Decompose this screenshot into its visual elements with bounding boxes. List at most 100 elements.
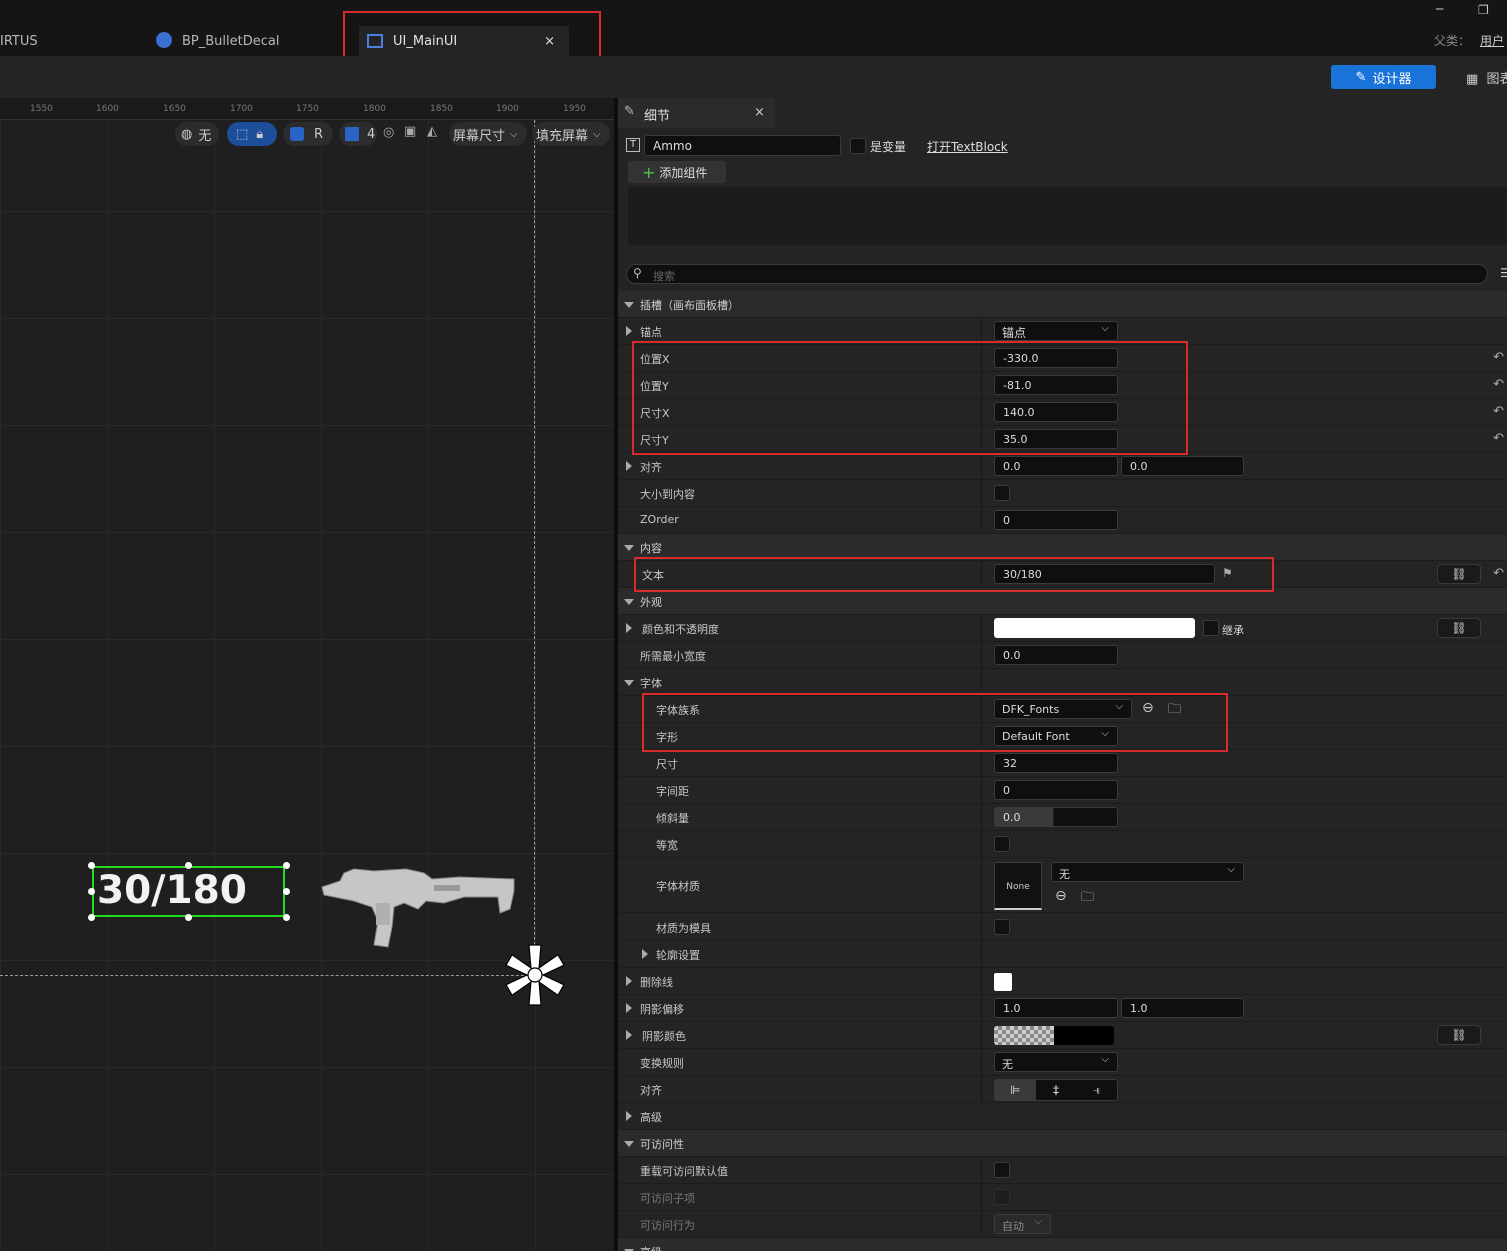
skew-slider[interactable]: 0.0 bbox=[994, 807, 1118, 827]
typeface-dropdown[interactable]: Default Font ⌵ bbox=[994, 726, 1118, 746]
expand-arrow-icon[interactable] bbox=[626, 1003, 632, 1013]
parent-class-value[interactable]: 用户 bbox=[1480, 32, 1504, 49]
add-component-button[interactable]: + 添加组件 bbox=[628, 161, 726, 183]
tab-irtus[interactable]: IRTUS bbox=[0, 26, 140, 56]
category-content[interactable]: 内容 bbox=[618, 534, 1507, 561]
details-tab[interactable]: ✎ 细节 × bbox=[618, 98, 775, 128]
expand-arrow-icon[interactable] bbox=[626, 1111, 632, 1121]
expand-arrow-icon[interactable] bbox=[626, 976, 632, 986]
override-accessible-checkbox[interactable] bbox=[994, 1162, 1010, 1178]
anchor-icon[interactable] bbox=[503, 942, 567, 1008]
shadow-color-swatch[interactable] bbox=[994, 1026, 1114, 1045]
alignment-y-input[interactable]: 0.0 bbox=[1121, 456, 1244, 476]
font-material-dropdown[interactable]: 无 ⌵ bbox=[1051, 862, 1244, 882]
color-swatch[interactable] bbox=[994, 618, 1195, 638]
align-right-icon[interactable]: ⫣ bbox=[1076, 1080, 1117, 1100]
reset-icon[interactable]: ↶ bbox=[1493, 377, 1504, 392]
shadow-offset-y-input[interactable]: 1.0 bbox=[1121, 998, 1244, 1018]
resize-handle[interactable] bbox=[185, 914, 192, 921]
position-y-input[interactable]: -81.0 bbox=[994, 375, 1118, 395]
widget-name-input[interactable]: Ammo bbox=[644, 135, 841, 156]
details-tab-close-button[interactable]: × bbox=[754, 105, 765, 120]
property-label: 轮廓设置 bbox=[656, 949, 700, 962]
binding-link-button[interactable]: ⛓ bbox=[1437, 564, 1481, 584]
component-tree[interactable] bbox=[628, 187, 1507, 245]
designer-viewport[interactable]: 1550 1600 1650 1700 1750 1800 1850 1900 … bbox=[0, 98, 614, 1251]
lock-toggle[interactable]: ⬚ 🔒︎ bbox=[227, 122, 277, 146]
world-toggle[interactable]: ◍ 无 bbox=[175, 122, 219, 146]
use-asset-icon[interactable]: ⊖ bbox=[1142, 700, 1154, 716]
anchor-dropdown[interactable]: 锚点 ⌵ bbox=[994, 321, 1118, 341]
position-x-input[interactable]: -330.0 bbox=[994, 348, 1118, 368]
designer-button[interactable]: ✎ 设计器 bbox=[1331, 65, 1436, 89]
font-size-input[interactable]: 32 bbox=[994, 753, 1118, 773]
resize-handle[interactable] bbox=[283, 862, 290, 869]
text-input[interactable]: 30/180 bbox=[994, 564, 1215, 584]
size-y-input[interactable]: 35.0 bbox=[994, 429, 1118, 449]
category-advanced[interactable]: 高级 bbox=[618, 1238, 1507, 1251]
resize-handle[interactable] bbox=[283, 888, 290, 895]
tab-bp-bulletdecal[interactable]: BP_BulletDecal bbox=[150, 26, 340, 56]
design-canvas[interactable]: 30/180 bbox=[0, 120, 614, 1251]
browse-folder-icon[interactable]: 🗀 bbox=[1168, 700, 1181, 722]
expand-arrow-icon[interactable] bbox=[626, 326, 632, 336]
binding-link-button[interactable]: ⛓ bbox=[1437, 618, 1481, 638]
expand-arrow-icon[interactable] bbox=[626, 461, 632, 471]
reset-icon[interactable]: ↶ bbox=[1493, 404, 1504, 419]
size-x-input[interactable]: 140.0 bbox=[994, 402, 1118, 422]
zorder-input[interactable]: 0 bbox=[994, 510, 1118, 530]
expand-arrow-icon[interactable] bbox=[626, 623, 632, 633]
tab-label: IRTUS bbox=[0, 33, 38, 49]
material-thumbnail[interactable]: None bbox=[994, 862, 1042, 910]
fill-screen-dropdown[interactable]: 填充屏幕 ⌵ bbox=[532, 122, 610, 146]
weapon-image[interactable] bbox=[314, 861, 518, 953]
resize-handle[interactable] bbox=[185, 862, 192, 869]
expand-arrow-icon[interactable] bbox=[626, 1030, 632, 1040]
category-slot[interactable]: 插槽（画布面板槽） bbox=[618, 291, 1507, 318]
resize-handle[interactable] bbox=[88, 914, 95, 921]
min-width-input[interactable]: 0.0 bbox=[994, 645, 1118, 665]
grid-snap-toggle[interactable]: 4 bbox=[339, 122, 377, 146]
browse-folder-icon[interactable]: 🗀 bbox=[1081, 888, 1094, 910]
letter-spacing-input[interactable]: 0 bbox=[994, 780, 1118, 800]
tab-close-button[interactable]: × bbox=[544, 34, 555, 49]
graph-button[interactable]: ▦ 图表 bbox=[1466, 68, 1507, 87]
strikethrough-color-swatch[interactable] bbox=[994, 973, 1012, 991]
collapse-arrow-icon[interactable] bbox=[624, 680, 634, 686]
restore-button[interactable]: ❐ bbox=[1478, 3, 1489, 17]
alignment-x-input[interactable]: 0.0 bbox=[994, 456, 1118, 476]
expand-arrow-icon[interactable] bbox=[642, 949, 648, 959]
mirror-icon[interactable]: ◭ bbox=[427, 124, 437, 139]
font-family-dropdown[interactable]: DFK_Fonts ⌵ bbox=[994, 699, 1132, 719]
reset-icon[interactable]: ↶ bbox=[1493, 431, 1504, 446]
tab-ui-mainui[interactable]: UI_MainUI × bbox=[359, 26, 569, 56]
monospace-checkbox[interactable] bbox=[994, 836, 1010, 852]
respect-locks-toggle[interactable]: R bbox=[283, 122, 333, 146]
target-icon[interactable]: ◎ bbox=[383, 125, 394, 140]
search-box[interactable]: ⚲ 搜索 bbox=[626, 264, 1488, 284]
align-left-icon[interactable]: ⊫ bbox=[995, 1080, 1036, 1100]
ammo-text-widget[interactable]: 30/180 bbox=[88, 862, 290, 921]
flag-icon[interactable]: ⚑ bbox=[1222, 566, 1233, 580]
image-icon[interactable]: ▣ bbox=[404, 124, 416, 139]
align-center-icon[interactable]: ‡ bbox=[1036, 1080, 1077, 1100]
size-to-content-checkbox[interactable] bbox=[994, 485, 1010, 501]
resize-handle[interactable] bbox=[88, 888, 95, 895]
reset-icon[interactable]: ↶ bbox=[1493, 566, 1504, 581]
use-asset-icon[interactable]: ⊖ bbox=[1055, 888, 1067, 904]
open-textblock-link[interactable]: 打开TextBlock bbox=[927, 138, 1008, 155]
transform-policy-dropdown[interactable]: 无 ⌵ bbox=[994, 1052, 1118, 1072]
binding-link-button[interactable]: ⛓ bbox=[1437, 1025, 1481, 1045]
screen-size-dropdown[interactable]: 屏幕尺寸 ⌵ bbox=[449, 122, 527, 146]
minimize-button[interactable]: ─ bbox=[1436, 2, 1443, 16]
reset-icon[interactable]: ↶ bbox=[1493, 350, 1504, 365]
category-appearance[interactable]: 外观 bbox=[618, 588, 1507, 615]
list-view-icon[interactable]: ☰ bbox=[1500, 266, 1507, 280]
is-variable-checkbox[interactable] bbox=[850, 138, 866, 154]
category-accessibility[interactable]: 可访问性 bbox=[618, 1130, 1507, 1157]
inherit-checkbox[interactable] bbox=[1203, 620, 1219, 636]
shadow-offset-x-input[interactable]: 1.0 bbox=[994, 998, 1118, 1018]
resize-handle[interactable] bbox=[283, 914, 290, 921]
material-as-mask-checkbox[interactable] bbox=[994, 919, 1010, 935]
resize-handle[interactable] bbox=[88, 862, 95, 869]
